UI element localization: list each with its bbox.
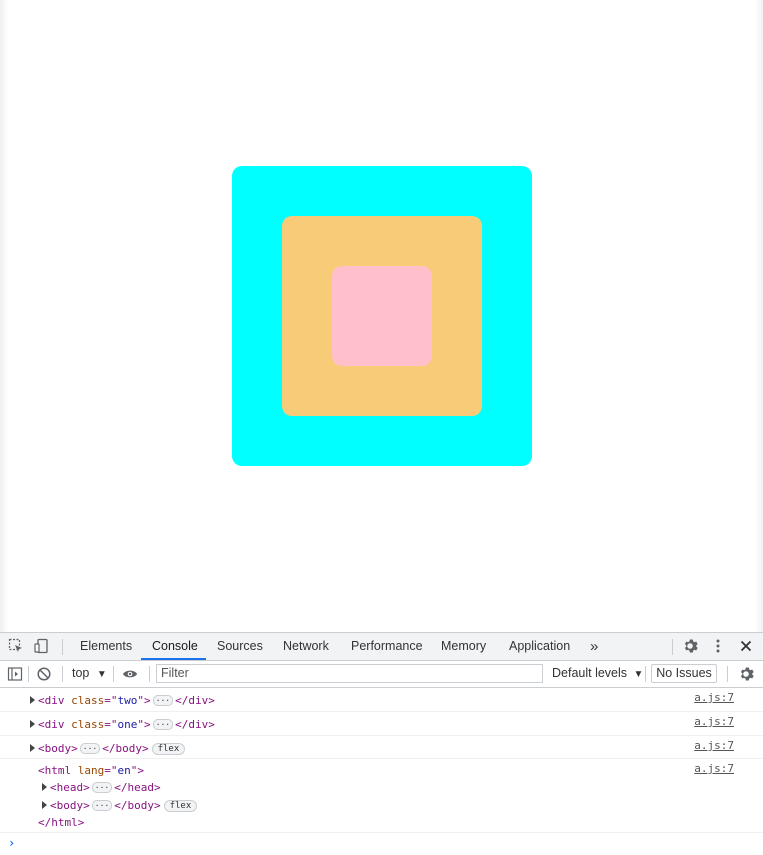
ellipsis-badge[interactable]: ··· xyxy=(79,743,101,754)
body-node[interactable]: <body> ··· </body> flex xyxy=(42,799,198,812)
tab-elements[interactable]: Elements xyxy=(80,633,132,660)
expand-triangle-icon[interactable] xyxy=(42,783,47,791)
toolbar-separator xyxy=(727,666,728,682)
dropdown-arrow-icon: ▼ xyxy=(633,669,644,680)
ellipsis-badge[interactable]: ··· xyxy=(91,800,113,811)
source-link[interactable]: a.js:7 xyxy=(694,715,734,728)
expand-triangle-icon[interactable] xyxy=(30,696,35,704)
console-message-row[interactable]: <html lang="en"> <head> ··· </head> <body>… xyxy=(0,759,763,833)
source-link[interactable]: a.js:7 xyxy=(694,762,734,775)
issues-button[interactable]: No Issues xyxy=(651,664,717,683)
inner-pink-box xyxy=(332,266,432,366)
html-open-tag: <html lang="en"> xyxy=(38,764,144,777)
page-viewport xyxy=(0,0,763,632)
console-element-log[interactable]: <body> ··· </body> flex xyxy=(30,742,186,755)
console-message-row[interactable]: <div class="one"> ··· </div> a.js:7 xyxy=(0,712,763,736)
expand-triangle-icon[interactable] xyxy=(30,744,35,752)
toolbar-separator xyxy=(645,666,646,682)
tab-performance[interactable]: Performance xyxy=(351,633,423,660)
console-sidebar-icon[interactable] xyxy=(7,666,23,682)
live-expression-icon[interactable] xyxy=(122,666,138,682)
inspect-element-icon[interactable] xyxy=(8,638,24,654)
viewport-edge-shadow-left xyxy=(0,0,8,632)
console-settings-gear-icon[interactable] xyxy=(738,666,754,682)
log-levels-label: Default levels xyxy=(552,666,628,680)
gear-icon[interactable] xyxy=(682,638,698,654)
tab-console[interactable]: Console xyxy=(152,633,198,660)
toolbar-separator xyxy=(113,666,114,682)
context-selector[interactable]: top ▼ xyxy=(72,666,107,680)
toolbar-separator xyxy=(62,666,63,682)
source-link[interactable]: a.js:7 xyxy=(694,739,734,752)
devtools-tabbar: Elements Console Sources Network Perform… xyxy=(0,633,763,661)
context-label: top xyxy=(72,666,90,680)
console-prompt-icon[interactable]: › xyxy=(8,836,15,850)
log-levels-dropdown[interactable]: Default levels ▼ xyxy=(552,666,643,680)
expand-triangle-icon[interactable] xyxy=(42,801,47,809)
filter-input[interactable]: Filter xyxy=(156,664,543,683)
ellipsis-badge[interactable]: ··· xyxy=(91,782,113,793)
console-message-row[interactable]: <div class="two"> ··· </div> a.js:7 xyxy=(0,688,763,712)
ellipsis-badge[interactable]: ··· xyxy=(152,719,174,730)
console-element-log[interactable]: <div class="one"> ··· </div> xyxy=(30,718,215,731)
source-link[interactable]: a.js:7 xyxy=(694,691,734,704)
head-node[interactable]: <head> ··· </head> xyxy=(42,781,161,794)
viewport-edge-shadow-right xyxy=(755,0,763,632)
console-element-log[interactable]: <div class="two"> ··· </div> xyxy=(30,694,215,707)
devtools-panel: Elements Console Sources Network Perform… xyxy=(0,632,763,855)
active-tab-indicator xyxy=(141,658,206,660)
div-two-outer-box xyxy=(232,166,532,466)
clear-console-icon[interactable] xyxy=(36,666,52,682)
ellipsis-badge[interactable]: ··· xyxy=(152,695,174,706)
flex-badge[interactable]: flex xyxy=(163,800,198,812)
close-icon[interactable] xyxy=(738,638,754,654)
tab-application[interactable]: Application xyxy=(509,633,570,660)
more-tabs-icon[interactable]: » xyxy=(590,633,598,660)
toolbar-separator xyxy=(62,639,63,655)
tab-network[interactable]: Network xyxy=(283,633,329,660)
kebab-menu-icon[interactable] xyxy=(710,638,726,654)
console-toolbar: top ▼ Filter Default levels ▼ No Issues xyxy=(0,661,763,688)
toolbar-separator xyxy=(28,666,29,682)
tab-memory[interactable]: Memory xyxy=(441,633,486,660)
dropdown-arrow-icon: ▼ xyxy=(96,669,107,680)
div-one-middle-box xyxy=(282,216,482,416)
tab-sources[interactable]: Sources xyxy=(217,633,263,660)
html-close-tag: </html> xyxy=(38,816,85,829)
console-message-row[interactable]: <body> ··· </body> flex a.js:7 xyxy=(0,736,763,759)
toolbar-separator xyxy=(672,639,673,655)
toolbar-separator xyxy=(149,666,150,682)
device-toolbar-icon[interactable] xyxy=(34,638,50,654)
flex-badge[interactable]: flex xyxy=(151,743,186,755)
expand-triangle-icon[interactable] xyxy=(30,720,35,728)
